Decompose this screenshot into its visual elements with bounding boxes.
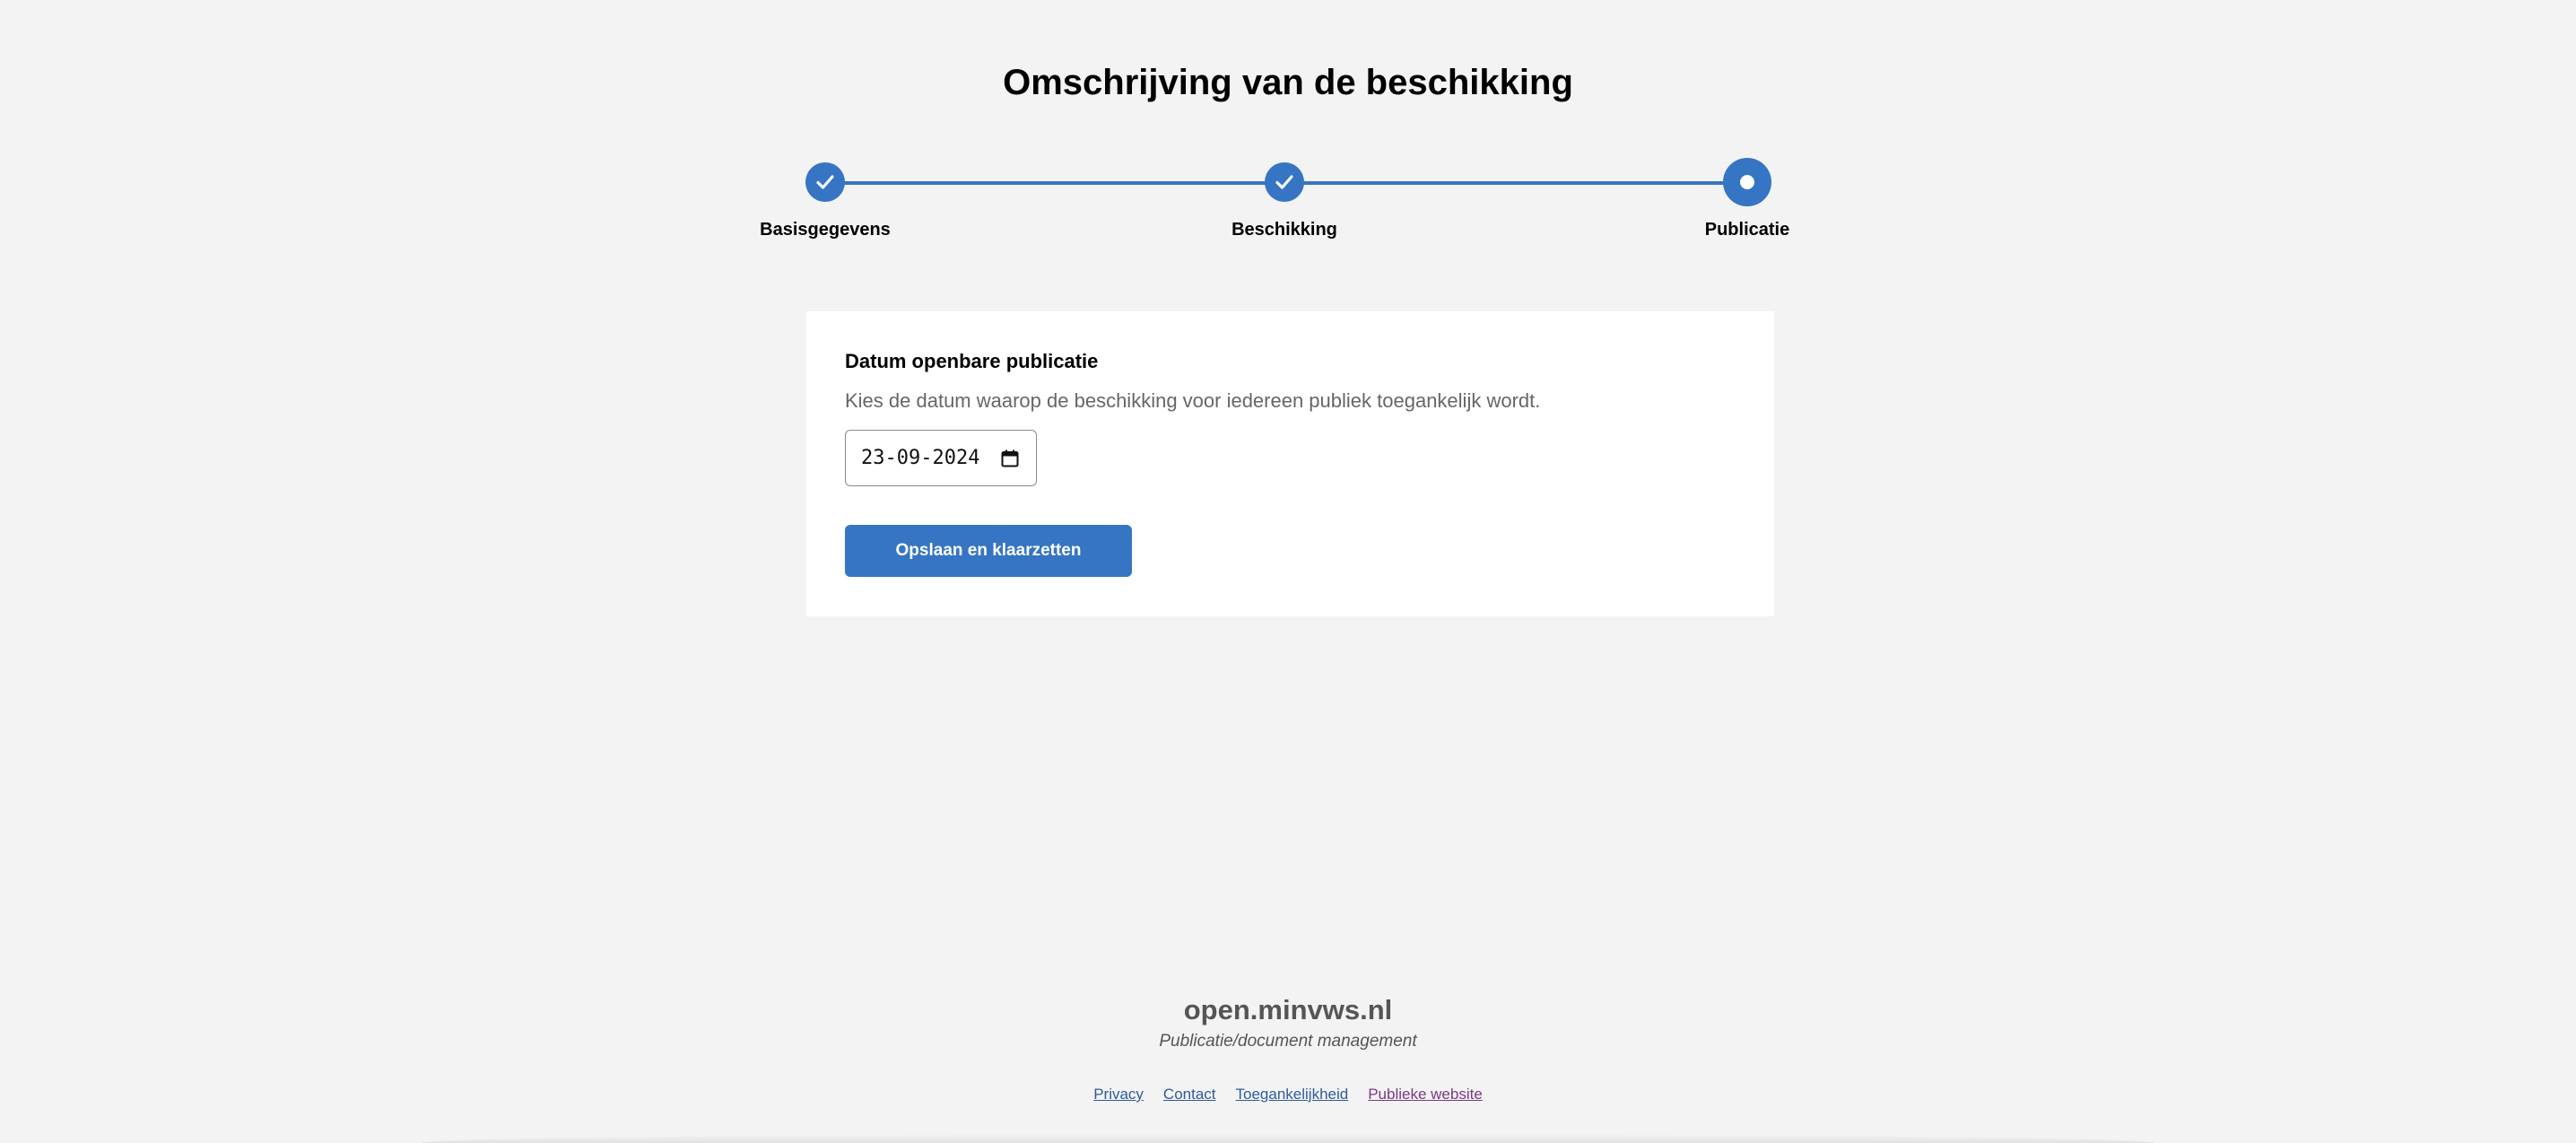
- step-label: Beschikking: [1231, 220, 1337, 240]
- footer-subtitle: Publicatie/document management: [1159, 1032, 1417, 1051]
- footer-brand: open.minvws.nl: [1183, 994, 1393, 1025]
- progress-stepper: Basisgegevens Beschikking Publicatie: [0, 158, 2576, 257]
- calendar-icon[interactable]: [1000, 449, 1020, 473]
- footer-link-publieke-website[interactable]: Publieke website: [1368, 1086, 1483, 1104]
- publication-date-help: Kies de datum waarop de beschikking voor…: [845, 389, 1541, 412]
- publication-date-input[interactable]: 23-09-2024: [845, 430, 1037, 486]
- footer-link-contact[interactable]: Contact: [1163, 1086, 1216, 1104]
- footer-shadow: [422, 1134, 2154, 1143]
- page: Omschrijving van de beschikking Basisgeg…: [0, 0, 2576, 1143]
- page-title: Omschrijving van de beschikking: [1003, 63, 1573, 102]
- check-icon: [805, 162, 845, 202]
- date-value: 23-09-2024: [861, 447, 980, 469]
- step-label: Basisgegevens: [760, 220, 891, 240]
- publication-form-card: Datum openbare publicatie Kies de datum …: [806, 311, 1774, 616]
- step-label: Publicatie: [1704, 220, 1790, 240]
- step-basisgegevens: Basisgegevens: [735, 158, 915, 240]
- step-publicatie: Publicatie: [1658, 158, 1837, 240]
- publication-date-label: Datum openbare publicatie: [845, 350, 1099, 372]
- footer-link-toegankelijkheid[interactable]: Toegankelijkheid: [1236, 1086, 1349, 1104]
- step-beschikking: Beschikking: [1195, 158, 1374, 240]
- save-and-schedule-button[interactable]: Opslaan en klaarzetten: [845, 525, 1132, 577]
- footer-links: Privacy Contact Toegankelijkheid Publiek…: [0, 1086, 2576, 1104]
- check-icon: [1265, 162, 1304, 202]
- current-dot-icon: [1723, 158, 1771, 206]
- footer-link-privacy[interactable]: Privacy: [1093, 1086, 1144, 1104]
